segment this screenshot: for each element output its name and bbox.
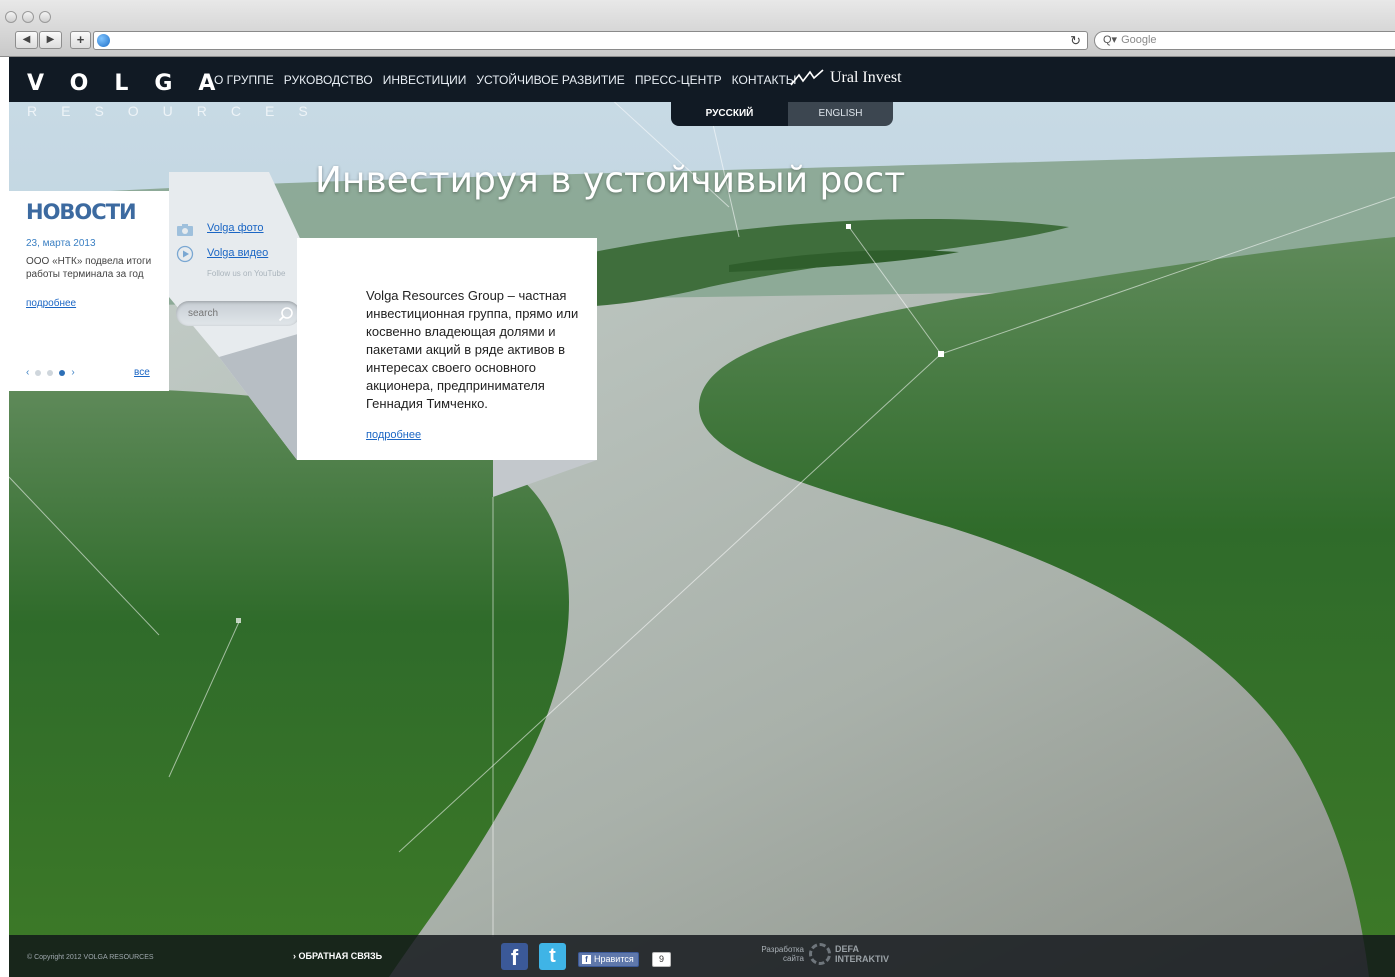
news-pager: ‹ ›: [26, 367, 75, 378]
news-next-button[interactable]: ›: [71, 367, 74, 378]
camera-icon: [177, 224, 193, 236]
partner-name: Ural Invest: [830, 69, 902, 86]
zoom-window-button[interactable]: [39, 11, 51, 23]
news-all-link[interactable]: все: [134, 367, 150, 378]
play-icon: [176, 245, 194, 263]
news-date: 23, марта 2013: [26, 238, 96, 249]
news-page-dot-active[interactable]: [59, 369, 66, 376]
defa-name-line1: DEFA: [835, 944, 860, 954]
search-placeholder: Google: [1121, 34, 1157, 46]
like-label: Нравится: [594, 954, 634, 964]
copyright-text: © Copyright 2012 VOLGA RESOURCES: [27, 954, 154, 961]
close-window-button[interactable]: [5, 11, 17, 23]
reload-icon[interactable]: ↻: [1070, 32, 1081, 49]
browser-search-field[interactable]: Q▾ Google: [1094, 31, 1395, 50]
news-panel: НОВОСТИ 23, марта 2013 ООО «НТК» подвела…: [9, 191, 169, 391]
news-more-link[interactable]: подробнее: [26, 298, 76, 309]
feedback-link[interactable]: › ОБРАТНАЯ СВЯЗЬ: [293, 951, 382, 961]
defa-name: DEFA INTERAKTIV: [835, 944, 889, 964]
like-count: 9: [652, 952, 672, 967]
volga-photo-link[interactable]: Volga фото: [207, 222, 264, 234]
news-prev-button[interactable]: ‹: [26, 367, 29, 378]
facebook-icon[interactable]: f: [501, 943, 528, 970]
globe-icon: [97, 34, 110, 47]
site-footer: © Copyright 2012 VOLGA RESOURCES › ОБРАТ…: [9, 935, 1395, 977]
add-bookmark-button[interactable]: +: [70, 31, 91, 49]
search-icon: Q▾: [1103, 34, 1118, 46]
developer-label: Разработка сайта: [761, 945, 804, 963]
language-switch: РУССКИЙ ENGLISH: [671, 102, 893, 126]
partner-link-ural-invest[interactable]: Ural Invest: [790, 69, 902, 87]
web-page: VOLGA RESOURCES О ГРУППЕ РУКОВОДСТВО ИНВ…: [9, 57, 1395, 977]
twitter-icon[interactable]: t: [539, 943, 566, 970]
minimize-window-button[interactable]: [22, 11, 34, 23]
lang-ru-button[interactable]: РУССКИЙ: [671, 102, 788, 126]
nav-item-investments[interactable]: ИНВЕСТИЦИИ: [383, 73, 467, 87]
developer-logo-link[interactable]: DEFA INTERAKTIV: [809, 943, 889, 965]
news-text: ООО «НТК» подвела итоги работы терминала…: [26, 256, 152, 280]
nav-item-contacts[interactable]: КОНТАКТЫ: [732, 73, 797, 87]
news-title: НОВОСТИ: [26, 200, 137, 224]
volga-video-link[interactable]: Volga видео: [207, 247, 268, 259]
site-search: [176, 301, 300, 326]
about-panel: Volga Resources Group – частная инвестиц…: [297, 238, 597, 460]
browser-toolbar: ◀ ▶ + ↻ Q▾ Google: [0, 0, 1395, 57]
search-input[interactable]: [188, 305, 276, 322]
magnifier-icon[interactable]: [278, 306, 294, 322]
nav-item-press[interactable]: ПРЕСС-ЦЕНТР: [635, 73, 722, 87]
site-logo-subtitle: RESOURCES: [27, 103, 332, 119]
about-text: Volga Resources Group – частная инвестиц…: [366, 288, 579, 411]
news-page-dot[interactable]: [35, 369, 42, 376]
nav-item-about[interactable]: О ГРУППЕ: [214, 73, 274, 87]
lang-en-button[interactable]: ENGLISH: [788, 102, 893, 126]
hero-headline: Инвестируя в устойчивый рост: [315, 160, 906, 201]
facebook-mini-icon: f: [582, 955, 591, 964]
nav-item-management[interactable]: РУКОВОДСТВО: [284, 73, 373, 87]
site-logo[interactable]: VOLGA: [27, 73, 241, 95]
forward-button[interactable]: ▶: [39, 31, 62, 49]
facebook-like-button[interactable]: f Нравится: [578, 952, 639, 967]
address-bar[interactable]: ↻: [93, 31, 1088, 50]
main-nav: О ГРУППЕ РУКОВОДСТВО ИНВЕСТИЦИИ УСТОЙЧИВ…: [214, 73, 806, 87]
back-button[interactable]: ◀: [15, 31, 38, 49]
about-more-link[interactable]: подробнее: [366, 429, 421, 441]
youtube-follow-text: Follow us on YouTube: [207, 269, 286, 278]
news-page-dot[interactable]: [47, 369, 54, 376]
ural-invest-logo-icon: [790, 69, 824, 86]
defa-logo-icon: [809, 943, 831, 965]
nav-item-sustainability[interactable]: УСТОЙЧИВОЕ РАЗВИТИЕ: [476, 73, 624, 87]
defa-name-line2: INTERAKTIV: [835, 954, 889, 964]
